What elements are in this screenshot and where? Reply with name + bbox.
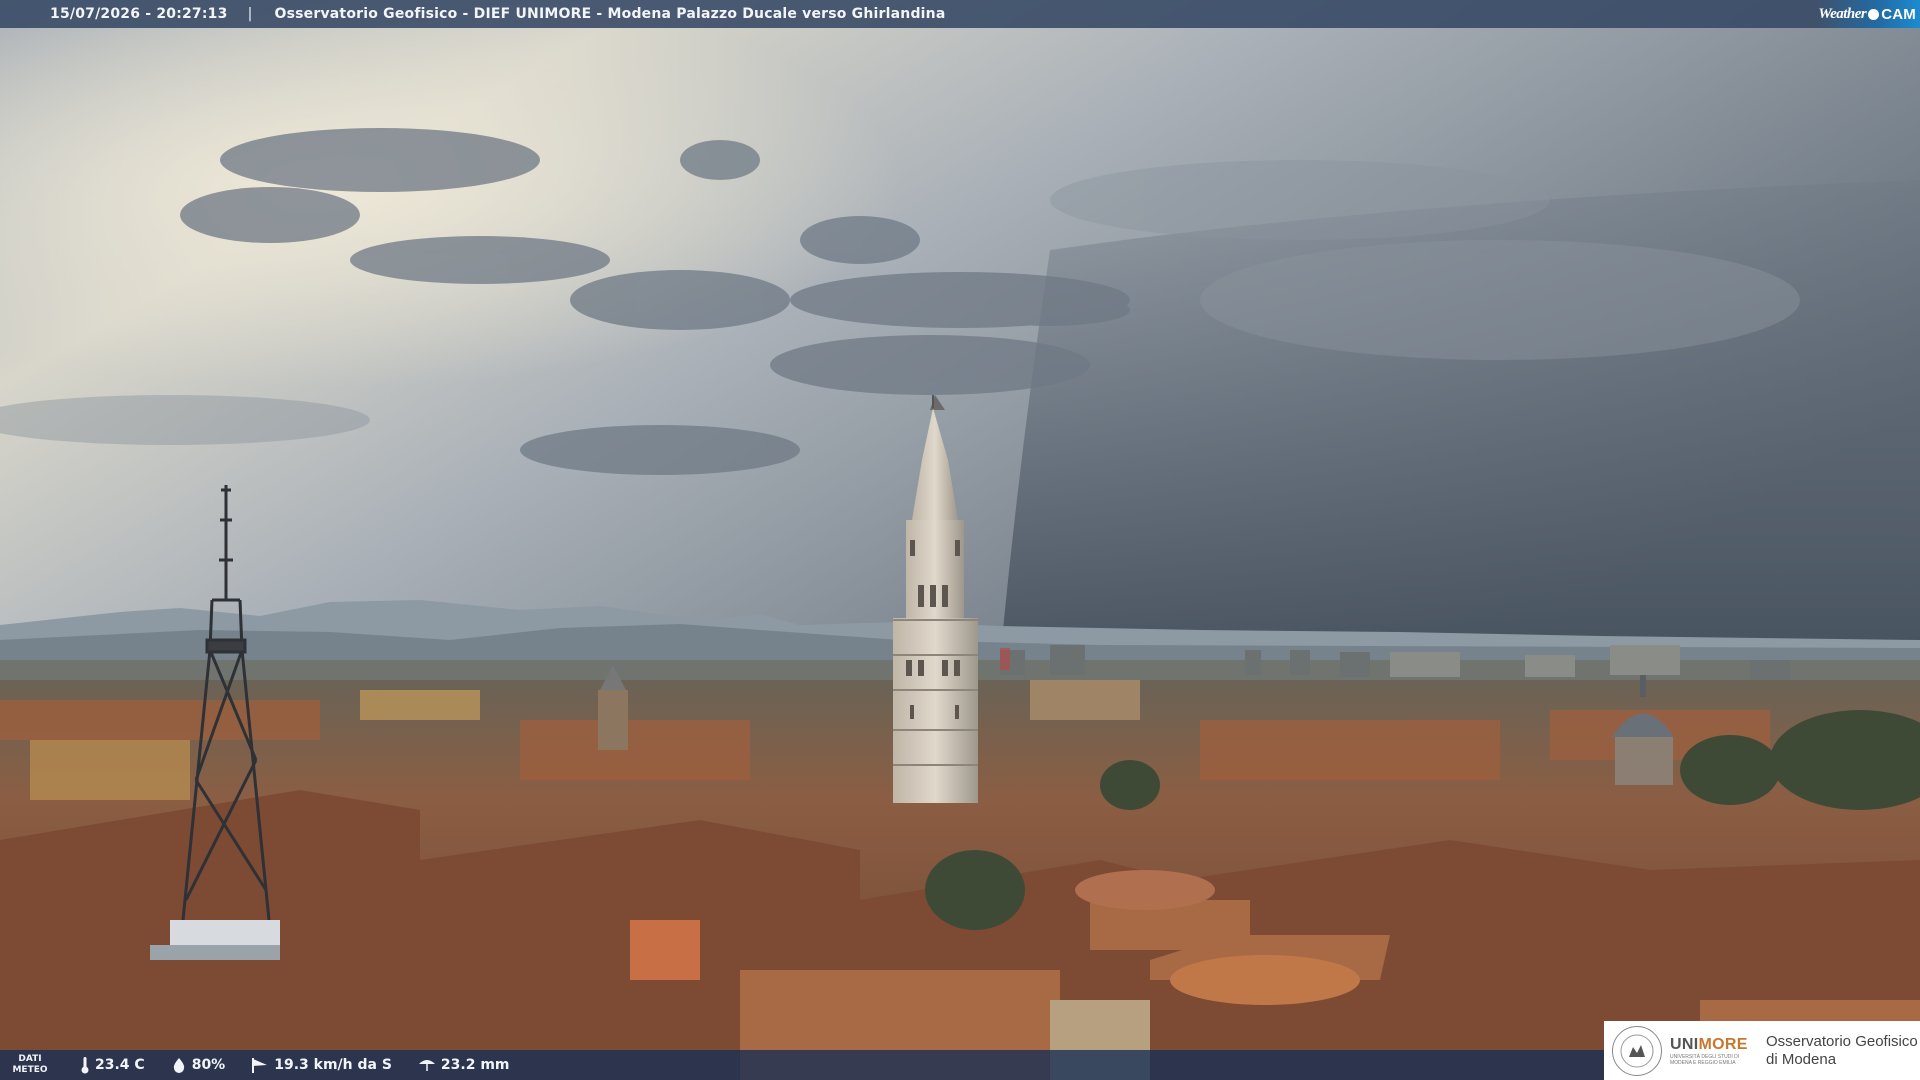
brand-weather-text: Weather bbox=[1818, 5, 1867, 22]
timestamp: 15/07/2026 - 20:27:13 bbox=[50, 6, 228, 22]
weathercam-logo: Weather CAM bbox=[1816, 0, 1920, 28]
brand-cam-text: CAM bbox=[1881, 5, 1916, 23]
brand-dot-icon bbox=[1868, 8, 1880, 20]
university-seal-icon bbox=[1612, 1025, 1662, 1076]
rain-value: 23.2 mm bbox=[440, 1057, 510, 1073]
temperature-value: 23.4 C bbox=[95, 1057, 145, 1073]
humidity-metric: 80% bbox=[171, 1057, 226, 1073]
observatory-name: Osservatorio Geofisico di Modena bbox=[1766, 1032, 1918, 1068]
wind-value: 19.3 km/h da S bbox=[274, 1057, 392, 1073]
unimore-subtitle: UNIVERSITÀ DEGLI STUDI DI MODENA E REGGI… bbox=[1670, 1053, 1740, 1066]
wind-sock-icon bbox=[252, 1058, 268, 1073]
humidity-value: 80% bbox=[191, 1057, 226, 1073]
rain-metric: 23.2 mm bbox=[418, 1057, 510, 1073]
temperature-metric: 23.4 C bbox=[80, 1056, 145, 1074]
thermometer-icon bbox=[81, 1057, 89, 1074]
webcam-image bbox=[0, 0, 1920, 1080]
wind-metric: 19.3 km/h da S bbox=[251, 1056, 392, 1074]
humidity-drop-icon bbox=[173, 1058, 184, 1073]
weather-data-label: DATI METEO bbox=[12, 1054, 48, 1075]
title-separator: | bbox=[247, 6, 253, 22]
top-info-bar: 15/07/2026 - 20:27:13 | Osservatorio Geo… bbox=[0, 0, 1920, 28]
rain-icon bbox=[418, 1060, 435, 1071]
unimore-logo-box: UNIMORE UNIVERSITÀ DEGLI STUDI DI MODENA… bbox=[1604, 1021, 1920, 1080]
unimore-wordmark: UNIMORE UNIVERSITÀ DEGLI STUDI DI MODENA… bbox=[1670, 1036, 1754, 1066]
camera-title: Osservatorio Geofisico - DIEF UNIMORE - … bbox=[274, 6, 946, 22]
city-skyline-scene bbox=[0, 0, 1920, 1080]
